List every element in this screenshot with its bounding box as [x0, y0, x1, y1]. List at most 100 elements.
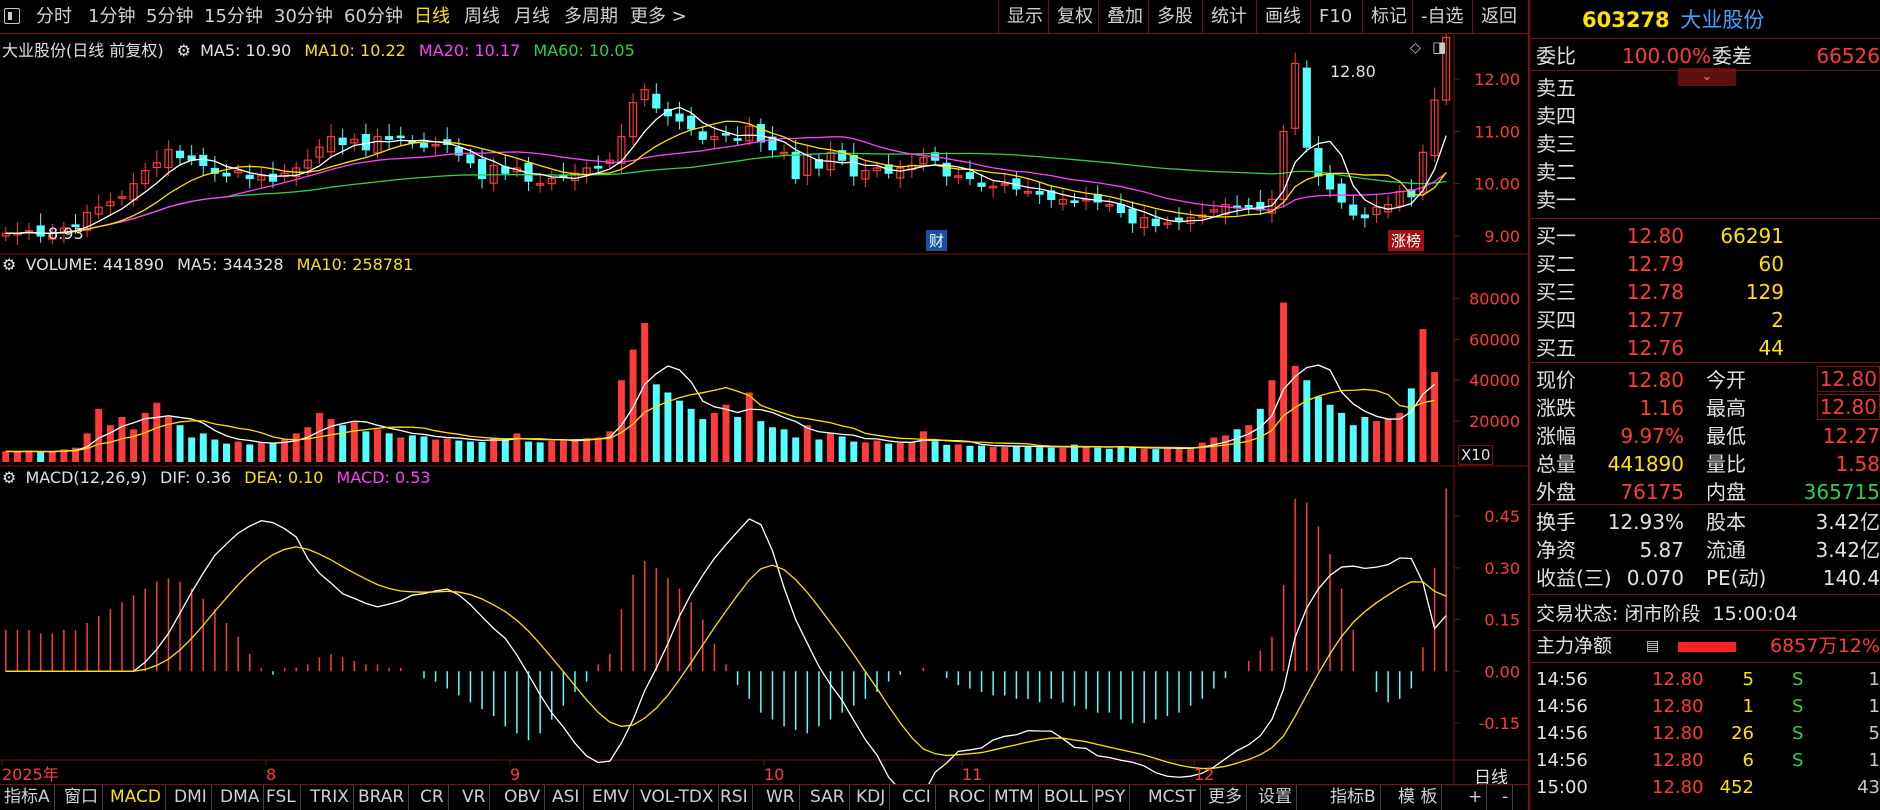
volume-bar — [861, 442, 869, 462]
indicator-tab-20[interactable]: MTM — [990, 785, 1039, 810]
indicator-tab-12[interactable]: EMV — [588, 785, 635, 810]
period-tab-4[interactable]: 30分钟 — [274, 0, 333, 33]
indicator-tab-25[interactable]: 设置 — [1254, 785, 1297, 810]
macd-value-label: MACD: 0.53 — [336, 468, 431, 487]
bid-row[interactable]: 买四 12.77 2 — [1536, 306, 1880, 334]
ask-row[interactable]: 卖五 — [1536, 74, 1880, 102]
toolbar-button-4[interactable]: 统计 — [1202, 0, 1255, 33]
period-tab-7[interactable]: 周线 — [464, 0, 500, 33]
toolbar-button-7[interactable]: 标记 — [1362, 0, 1415, 33]
indicator-tab-6[interactable]: TRIX — [306, 785, 354, 810]
volume-bar — [141, 412, 149, 462]
volume-bar — [1105, 448, 1113, 462]
indicator-tab-2[interactable]: MACD — [106, 785, 166, 810]
toolbar-button-0[interactable]: 显示 — [998, 0, 1051, 33]
toolbar-button-3[interactable]: 多股 — [1148, 0, 1201, 33]
indicator-tab-1[interactable]: 窗口 — [60, 785, 103, 810]
indicator-tab-11[interactable]: ASI — [548, 785, 585, 810]
toolbar-button-9[interactable]: 返回 — [1472, 0, 1525, 33]
volume-bar — [1314, 396, 1322, 462]
volume-bar — [223, 443, 230, 462]
toolbar-button-2[interactable]: 叠加 — [1098, 0, 1151, 33]
indicator-tab-13[interactable]: VOL-TDX — [636, 785, 719, 810]
financial-report-badge[interactable]: 财 — [926, 230, 948, 251]
menu-icon[interactable] — [4, 8, 20, 24]
ask-row[interactable]: 卖四 — [1536, 102, 1880, 130]
limit-up-list-badge[interactable]: 涨榜 — [1388, 230, 1425, 251]
volume-bar — [292, 433, 300, 462]
indicator-tab-3[interactable]: DMI — [170, 785, 212, 810]
volume-bar — [455, 440, 463, 462]
indicator-tab-9[interactable]: VR — [458, 785, 491, 810]
stat-value: 76175 — [1620, 480, 1684, 504]
price-tick-label: 10.00 — [1474, 175, 1520, 194]
volume-bar — [629, 349, 637, 462]
indicator-tab-26[interactable]: 指标B — [1326, 785, 1381, 810]
period-tab-9[interactable]: 多周期 — [564, 0, 618, 33]
indicator-tab-27[interactable]: 模 板 — [1394, 785, 1443, 810]
volume-bar — [37, 452, 45, 462]
ask-row[interactable]: 卖三 — [1536, 130, 1880, 158]
indicator-tab-4[interactable]: DMA — [216, 785, 265, 810]
period-tab-6[interactable]: 日线 — [414, 0, 450, 33]
settings-gear-icon[interactable]: ⚙ — [177, 41, 191, 60]
tick-time: 14:56 — [1536, 669, 1588, 690]
indicator-tab-7[interactable]: BRAR — [354, 785, 410, 810]
period-tab-5[interactable]: 60分钟 — [344, 0, 403, 33]
volume-bar — [873, 440, 881, 462]
candle — [652, 93, 661, 109]
toolbar-button-8[interactable]: -自选 — [1412, 0, 1472, 33]
diamond-icon[interactable]: ◇ — [1410, 40, 1421, 56]
period-tab-3[interactable]: 15分钟 — [204, 0, 263, 33]
volume-tick-label: 40000 — [1469, 371, 1520, 390]
candle — [268, 173, 278, 182]
ask-label: 卖三 — [1536, 132, 1576, 156]
indicator-tab-16[interactable]: SAR — [806, 785, 850, 810]
indicator-tab-21[interactable]: BOLL — [1040, 785, 1093, 810]
indicator-tab-17[interactable]: KDJ — [852, 785, 891, 810]
macd-legend: ⚙ MACD(12,26,9) DIF: 0.36 DEA: 0.10 MACD… — [2, 468, 439, 487]
period-tab-0[interactable]: 分时 — [36, 0, 72, 33]
quote-stat-row: 外盘 76175 内盘 365715 — [1536, 478, 1880, 506]
list-icon[interactable]: ▤ — [1646, 632, 1659, 660]
indicator-tab-15[interactable]: WR — [762, 785, 800, 810]
bid-row[interactable]: 买二 12.79 60 — [1536, 250, 1880, 278]
ask-row[interactable]: 卖一 — [1536, 186, 1880, 214]
chart-area[interactable]: 12.00 11.00 10.00 9.00 80000 60000 40000 20000 0… — [0, 34, 1528, 784]
tick-count: 43 — [1857, 777, 1880, 798]
period-tab-8[interactable]: 月线 — [514, 0, 550, 33]
volume-gear-icon[interactable]: ⚙ — [2, 255, 16, 274]
ma60-line — [5, 152, 1447, 234]
bid-volume: 44 — [1758, 336, 1784, 360]
indicator-tab-23[interactable]: MCST — [1144, 785, 1201, 810]
indicator-tab-19[interactable]: ROC — [944, 785, 991, 810]
candle — [477, 159, 487, 180]
bid-row[interactable]: 买一 12.80 66291 — [1536, 222, 1880, 250]
indicator-tab-0[interactable]: 指标A — [0, 785, 55, 810]
indicator-tab-24[interactable]: 更多 — [1204, 785, 1247, 810]
period-tab-10[interactable]: 更多 > — [630, 0, 687, 33]
ask-row[interactable]: 卖二 — [1536, 158, 1880, 186]
indicator-tab-28[interactable]: + — [1464, 785, 1488, 810]
window-toggle-icon[interactable]: ◨ — [1432, 38, 1446, 56]
high-price-label: 12.80 — [1330, 62, 1376, 81]
indicator-tab-18[interactable]: CCI — [898, 785, 936, 810]
volume-bar — [513, 433, 521, 462]
bid-row[interactable]: 买三 12.78 129 — [1536, 278, 1880, 306]
period-tab-2[interactable]: 5分钟 — [146, 0, 193, 33]
indicator-tab-29[interactable]: - — [1498, 785, 1514, 810]
main-flow-bar — [1678, 642, 1736, 652]
toolbar-button-1[interactable]: 复权 — [1048, 0, 1101, 33]
indicator-tab-5[interactable]: FSL — [262, 785, 301, 810]
toolbar-button-5[interactable]: 画线 — [1256, 0, 1309, 33]
indicator-tab-10[interactable]: OBV — [500, 785, 546, 810]
period-tab-1[interactable]: 1分钟 — [88, 0, 135, 33]
macd-gear-icon[interactable]: ⚙ — [2, 468, 16, 487]
indicator-tab-22[interactable]: PSY — [1090, 785, 1131, 810]
indicator-tab-8[interactable]: CR — [416, 785, 449, 810]
volume-bar — [188, 437, 196, 462]
indicator-tab-14[interactable]: RSI — [716, 785, 753, 810]
dea-label: DEA: 0.10 — [244, 468, 324, 487]
bid-row[interactable]: 买五 12.76 44 — [1536, 334, 1880, 362]
toolbar-button-6[interactable]: F10 — [1310, 0, 1360, 33]
